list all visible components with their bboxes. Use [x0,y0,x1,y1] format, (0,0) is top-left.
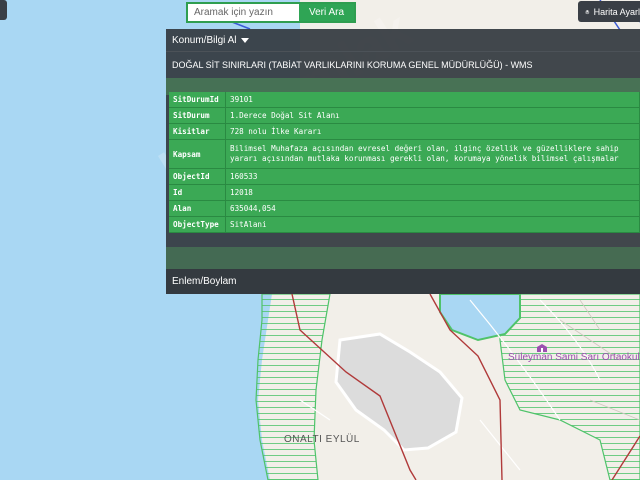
school-label: Süleyman Sami Sarı Ortaokulu [508,352,640,363]
table-row: Kisitlar 728 nolu İlke Kararı [169,123,640,140]
attr-value: 635044,054 [225,200,640,217]
table-row: SitDurum 1.Derece Doğal Sit Alanı [169,107,640,124]
layers-icon [585,9,590,14]
search-bar: Veri Ara [186,2,356,23]
table-row: SitDurumId 39101 [169,92,640,108]
school-icon [536,340,548,352]
street-label: ONALTI EYLÜL [284,434,360,445]
map-settings-button[interactable]: Harita Ayarl [578,1,640,22]
table-row: ObjectType SitAlani [169,216,640,233]
left-panel-toggle[interactable] [0,0,7,20]
attr-value: 12018 [225,184,640,201]
attr-key: Kapsam [169,139,226,169]
attribute-table: SitDurumId 39101 SitDurum 1.Derece Doğal… [169,92,640,233]
attr-value: SitAlani [225,216,640,233]
attr-value: 1.Derece Doğal Sit Alanı [225,107,640,124]
data-search-button[interactable]: Veri Ara [299,4,354,21]
attr-value: 728 nolu İlke Kararı [225,123,640,140]
attr-key: SitDurumId [169,92,226,108]
panel-header-dropdown[interactable]: Konum/Bilgi Al [166,29,640,52]
attr-key: SitDurum [169,107,226,124]
table-row: Alan 635044,054 [169,200,640,217]
attr-key: ObjectType [169,216,226,233]
attr-value: 39101 [225,92,640,108]
attr-value: 160533 [225,168,640,185]
attr-value: Bilimsel Muhafaza açısından evresel değe… [225,139,640,169]
table-row: Kapsam Bilimsel Muhafaza açısından evres… [169,139,640,169]
map-settings-label: Harita Ayarl [593,6,640,17]
table-row: ObjectId 160533 [169,168,640,185]
layer-title: DOĞAL SİT SINIRLARI (TABİAT VARLIKLARINI… [172,60,533,70]
attr-key: Alan [169,200,226,217]
lat-lon-label: Enlem/Boylam [172,276,237,287]
info-panel: Konum/Bilgi Al DOĞAL SİT SINIRLARI (TABİ… [166,29,640,294]
attr-key: ObjectId [169,168,226,185]
lat-lon-section[interactable]: Enlem/Boylam [166,269,640,294]
attr-key: Id [169,184,226,201]
search-input[interactable] [188,4,299,21]
panel-header-title: Konum/Bilgi Al [172,34,237,46]
caret-down-icon [241,37,250,43]
attr-key: Kisitlar [169,123,226,140]
table-row: Id 12018 [169,184,640,201]
